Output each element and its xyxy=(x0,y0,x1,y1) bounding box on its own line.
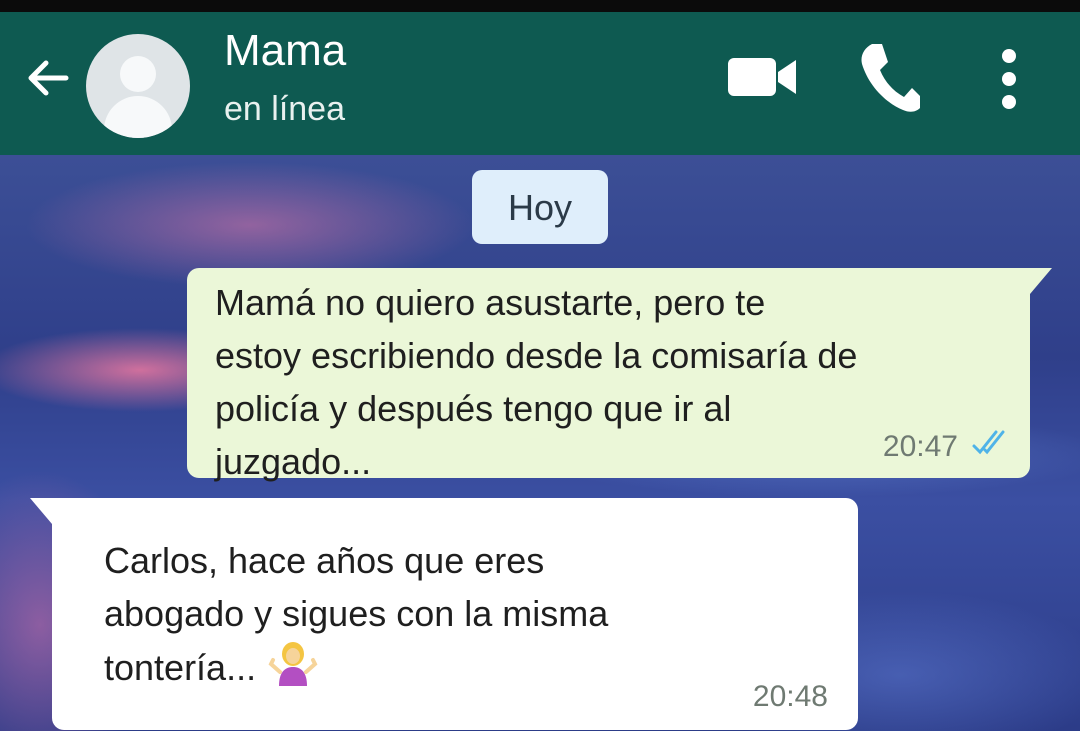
phone-icon[interactable] xyxy=(858,40,922,114)
contact-name[interactable]: Mama xyxy=(224,26,346,76)
chat-header: Mama en línea xyxy=(0,12,1080,155)
back-arrow-icon[interactable] xyxy=(22,52,74,104)
more-options-icon[interactable] xyxy=(994,42,1024,116)
date-divider: Hoy xyxy=(472,170,608,244)
read-receipt-icon xyxy=(972,430,1005,455)
video-call-icon[interactable] xyxy=(726,54,798,100)
avatar[interactable] xyxy=(86,34,190,138)
message-text: Carlos, hace años que eres abogado y sig… xyxy=(104,534,844,694)
contact-status: en línea xyxy=(224,90,345,128)
woman-shrugging-emoji xyxy=(268,642,318,686)
message-time: 20:47 xyxy=(882,430,958,463)
incoming-message[interactable]: Carlos, hace años que eres abogado y sig… xyxy=(30,498,858,730)
top-border xyxy=(0,0,1080,12)
outgoing-message[interactable]: Mamá no quiero asustarte, pero te estoy … xyxy=(187,268,1052,482)
message-text-content: Carlos, hace años que eres abogado y sig… xyxy=(104,540,609,688)
message-time: 20:48 xyxy=(752,680,828,713)
